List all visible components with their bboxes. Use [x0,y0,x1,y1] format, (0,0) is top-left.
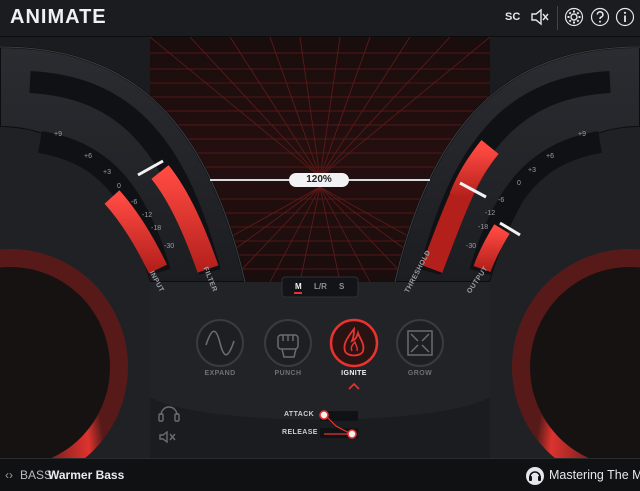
main-stage: +9 +6 +3 0 -6 -12 -18 -30 +9 +6 +3 0 -6 … [0,37,640,458]
sidechain-button[interactable]: SC [505,11,520,23]
brand-text: Mastering The Mix [549,468,640,482]
release-handle [347,429,357,439]
speaker-mute-icon[interactable] [530,8,550,26]
app-title: ANIMATE [10,6,107,28]
expand-label: EXPAND [204,370,236,377]
left-scale-tick: -30 [164,243,175,250]
right-scale-tick: -30 [466,243,477,250]
preset-name[interactable]: Warmer Bass [48,468,124,482]
right-scale-tick: -12 [485,210,496,217]
ignite-button[interactable] [332,284,376,328]
punch-button[interactable] [266,284,310,328]
preset-nav[interactable]: ‹› [5,468,13,482]
release-label: RELEASE [282,429,318,436]
left-scale-tick: -18 [151,225,162,232]
left-scale-tick: +3 [103,169,111,176]
info-icon[interactable] [615,7,635,27]
question-icon[interactable] [590,7,610,27]
grow-label: GROW [407,370,433,377]
expand-button[interactable] [198,284,242,328]
attack-handle [319,410,329,420]
right-scale-tick: +3 [528,167,536,174]
visualizer-panel [0,37,640,458]
right-scale-tick: 0 [517,180,521,187]
left-scale-tick: -6 [131,199,138,206]
right-scale-tick: -18 [478,224,489,231]
brand-logo-icon [526,467,544,485]
left-scale-tick: -12 [142,212,153,219]
chevron-right-icon[interactable]: › [9,468,13,482]
left-scale-tick: +9 [54,131,62,138]
right-scale-tick: -6 [498,197,505,204]
header-bar: ANIMATE SC [0,0,640,37]
footer-bar: ‹› BASS Warmer Bass Mastering The Mix [0,458,640,491]
mode-lr-button[interactable]: L/R [314,282,327,291]
attack-label: ATTACK [284,411,315,418]
right-scale-tick: +6 [546,153,554,160]
grow-button[interactable] [398,284,442,328]
amount-slider-value[interactable]: 120% [289,173,349,187]
animate-plugin-window: ANIMATE SC +9 +6 +3 0 -6 -12 -18 -30 +9 … [0,0,640,491]
header-divider [557,6,558,30]
left-scale-tick: +6 [84,153,92,160]
ignite-label: IGNITE [341,370,367,377]
right-scale-tick: +9 [578,131,586,138]
left-scale-tick: 0 [117,183,121,190]
gear-icon[interactable] [564,7,584,27]
punch-label: PUNCH [274,370,302,377]
